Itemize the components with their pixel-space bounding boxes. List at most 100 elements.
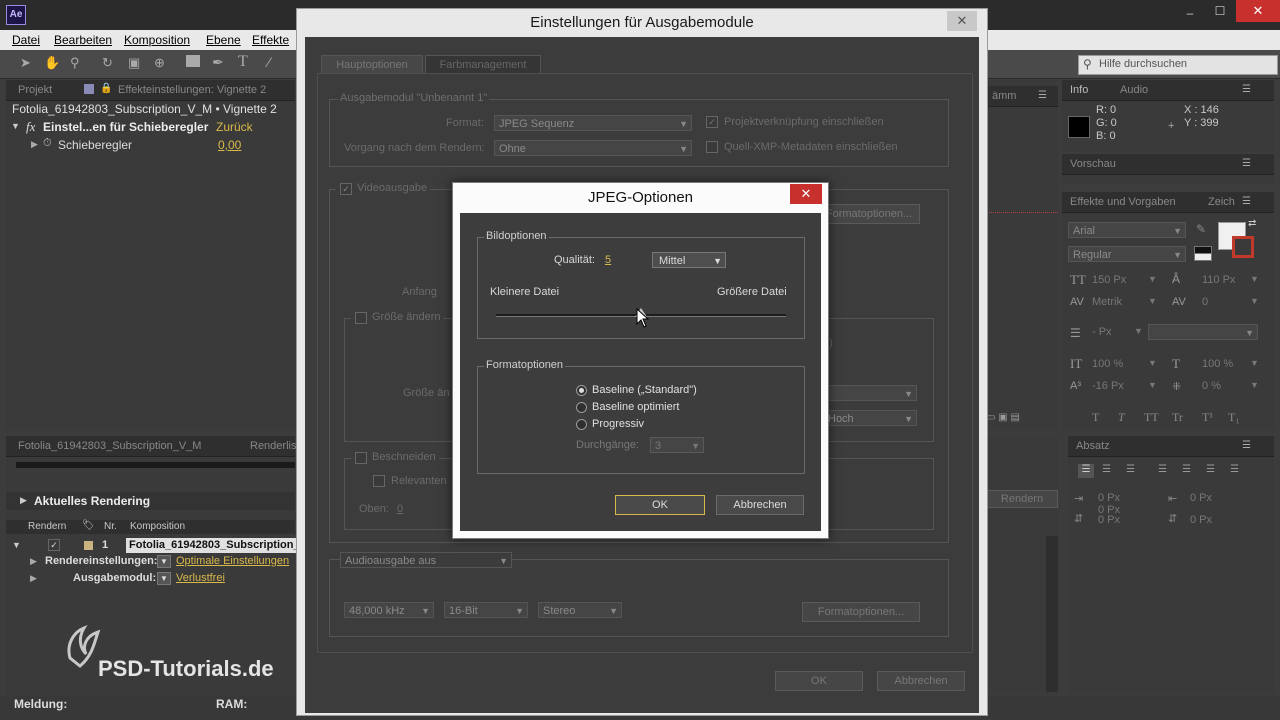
- resize-quality-select[interactable]: Hoch ▼: [823, 410, 917, 426]
- resize-preset-select[interactable]: ▼: [823, 385, 917, 401]
- top-value[interactable]: 0: [397, 503, 403, 515]
- resize-checkbox[interactable]: [355, 312, 367, 324]
- menu-datei[interactable]: Datei: [12, 33, 40, 47]
- post-render-select[interactable]: Ohne ▼: [494, 140, 692, 156]
- brush-tool-icon[interactable]: ⁄: [268, 54, 284, 70]
- tab-zeichen[interactable]: Zeich: [1202, 194, 1241, 210]
- tab-farbmanagement[interactable]: Farbmanagement: [425, 55, 541, 74]
- zoom-tool-icon[interactable]: ⚲: [70, 55, 86, 71]
- indent-right-value[interactable]: 0 Px: [1190, 492, 1212, 504]
- font-style-select[interactable]: Regular ▼: [1068, 246, 1186, 262]
- menu-effekte[interactable]: Effekte: [252, 33, 289, 47]
- align-right-icon[interactable]: ☰: [1126, 464, 1135, 475]
- render-settings-value[interactable]: Optimale Einstellungen: [176, 555, 289, 567]
- jpeg-cancel-button[interactable]: Abbrechen: [716, 495, 804, 515]
- font-size-value[interactable]: 150 Px: [1092, 274, 1126, 286]
- stroke-style-select[interactable]: ▼: [1148, 324, 1258, 340]
- white-swatch[interactable]: [1194, 253, 1212, 261]
- eyedropper-icon[interactable]: ✎: [1196, 222, 1206, 236]
- dropdown-icon[interactable]: ▼: [157, 572, 171, 585]
- collapse-triangle-icon[interactable]: ▶: [31, 139, 38, 150]
- tab-hauptoptionen[interactable]: Hauptoptionen: [321, 55, 423, 74]
- tab-absatz[interactable]: Absatz: [1070, 438, 1116, 454]
- all-caps-button[interactable]: TT: [1144, 410, 1159, 425]
- maximize-button[interactable]: ☐: [1208, 4, 1232, 20]
- tab-renderliste[interactable]: Renderlis: [244, 438, 302, 454]
- tsume-value[interactable]: 0 %: [1202, 380, 1221, 392]
- search-input[interactable]: Hilfe durchsuchen: [1099, 58, 1187, 70]
- dropdown-icon[interactable]: ▼: [1148, 358, 1157, 368]
- format-options-button[interactable]: Formatoptionen...: [818, 204, 920, 224]
- subscript-button[interactable]: T₁: [1228, 410, 1240, 425]
- tab-info[interactable]: Info: [1064, 82, 1094, 98]
- menu-bearbeiten[interactable]: Bearbeiten: [54, 33, 112, 47]
- output-module-cancel-button[interactable]: Abbrechen: [877, 671, 965, 691]
- audio-output-select[interactable]: Audioausgabe aus ▼: [340, 552, 512, 568]
- align-left-icon[interactable]: ☰: [1078, 464, 1094, 478]
- param-value[interactable]: 0,00: [218, 138, 241, 152]
- resize-label-wrap[interactable]: Größe ändern: [351, 311, 444, 324]
- baseline-shift-value[interactable]: -16 Px: [1092, 380, 1124, 392]
- passes-select[interactable]: 3 ▼: [650, 437, 704, 453]
- crop-checkbox[interactable]: [355, 452, 367, 464]
- tab-vorschau[interactable]: Vorschau: [1064, 156, 1122, 172]
- justify-right-icon[interactable]: ☰: [1206, 464, 1215, 475]
- tab-comp-fragment[interactable]: ämm: [986, 88, 1022, 104]
- search-field[interactable]: ⚲ Hilfe durchsuchen: [1078, 55, 1278, 75]
- superscript-button[interactable]: T¹: [1202, 410, 1213, 425]
- reset-link[interactable]: Zurück: [216, 120, 253, 134]
- tab-projekt[interactable]: Projekt: [12, 82, 58, 98]
- tab-audio[interactable]: Audio: [1114, 82, 1154, 98]
- project-link-checkbox[interactable]: ✓: [706, 116, 718, 128]
- render-button[interactable]: Rendern: [986, 490, 1058, 508]
- space-before-value[interactable]: 0 Px: [1098, 514, 1120, 526]
- audio-rate-select[interactable]: 48,000 kHz ▼: [344, 602, 434, 618]
- dropdown-icon[interactable]: ▼: [1250, 274, 1259, 284]
- xmp-metadata-checkbox[interactable]: [706, 141, 718, 153]
- app-close-button[interactable]: ✕: [1236, 0, 1280, 22]
- rotate-tool-icon[interactable]: ↻: [102, 55, 118, 71]
- dropdown-icon[interactable]: ▼: [1250, 358, 1259, 368]
- tab-composition[interactable]: Fotolia_61942803_Subscription_V_M: [12, 438, 207, 454]
- lock-icon[interactable]: 🔒: [100, 83, 112, 94]
- dropdown-icon[interactable]: ▼: [157, 555, 171, 568]
- radio-baseline-optimized[interactable]: [576, 402, 587, 413]
- radio-progressive[interactable]: [576, 419, 587, 430]
- rectangle-tool-icon[interactable]: [186, 55, 200, 67]
- font-family-select[interactable]: Arial ▼: [1068, 222, 1186, 238]
- output-module-close-button[interactable]: ✕: [947, 11, 977, 31]
- horizontal-scale-value[interactable]: 100 %: [1202, 358, 1233, 370]
- label-color-swatch[interactable]: [84, 541, 93, 550]
- expand-triangle-icon[interactable]: ▼: [11, 121, 20, 131]
- type-tool-icon[interactable]: T: [238, 53, 254, 70]
- panel-menu-icon[interactable]: ☰: [1242, 84, 1251, 95]
- pen-tool-icon[interactable]: ✒: [212, 54, 228, 70]
- jpeg-ok-button[interactable]: OK: [615, 495, 705, 515]
- jpeg-close-button[interactable]: ✕: [790, 184, 822, 204]
- collapse-triangle-icon[interactable]: ▶: [30, 573, 37, 584]
- swap-colors-icon[interactable]: ⇄: [1248, 218, 1256, 229]
- faux-italic-button[interactable]: T: [1118, 410, 1125, 425]
- justify-center-icon[interactable]: ☰: [1182, 464, 1191, 475]
- minimize-button[interactable]: –: [1178, 6, 1202, 22]
- panel-menu-icon[interactable]: ☰: [1242, 196, 1251, 207]
- stopwatch-icon[interactable]: ⏱: [43, 137, 52, 150]
- small-caps-button[interactable]: Tr: [1172, 410, 1183, 425]
- render-queue-row[interactable]: ▼ ✓ 1 Fotolia_61942803_Subscription_V: [6, 538, 298, 553]
- dropdown-icon[interactable]: ▼: [1134, 326, 1143, 336]
- current-rendering-row[interactable]: ▶ Aktuelles Rendering: [6, 492, 295, 510]
- effect-row[interactable]: ▼ fx Einstel...en für Schieberegler Zurü…: [6, 118, 295, 136]
- dropdown-icon[interactable]: ▼: [1250, 296, 1259, 306]
- faux-bold-button[interactable]: T: [1092, 410, 1099, 425]
- tab-effekteinstellungen[interactable]: Effekteinstellungen: Vignette 2: [112, 82, 272, 98]
- justify-left-icon[interactable]: ☰: [1158, 464, 1167, 475]
- stroke-width-value[interactable]: - Px: [1092, 326, 1112, 338]
- dropdown-icon[interactable]: ▼: [1250, 380, 1259, 390]
- render-checkbox[interactable]: ✓: [48, 539, 60, 551]
- format-select[interactable]: JPEG Sequenz ▼: [494, 115, 692, 131]
- hand-tool-icon[interactable]: ✋: [44, 55, 60, 71]
- audio-bits-select[interactable]: 16-Bit ▼: [444, 602, 528, 618]
- pan-tool-icon[interactable]: ⊕: [154, 55, 170, 71]
- expand-triangle-icon[interactable]: ▶: [20, 495, 27, 506]
- space-after-value[interactable]: 0 Px: [1190, 514, 1212, 526]
